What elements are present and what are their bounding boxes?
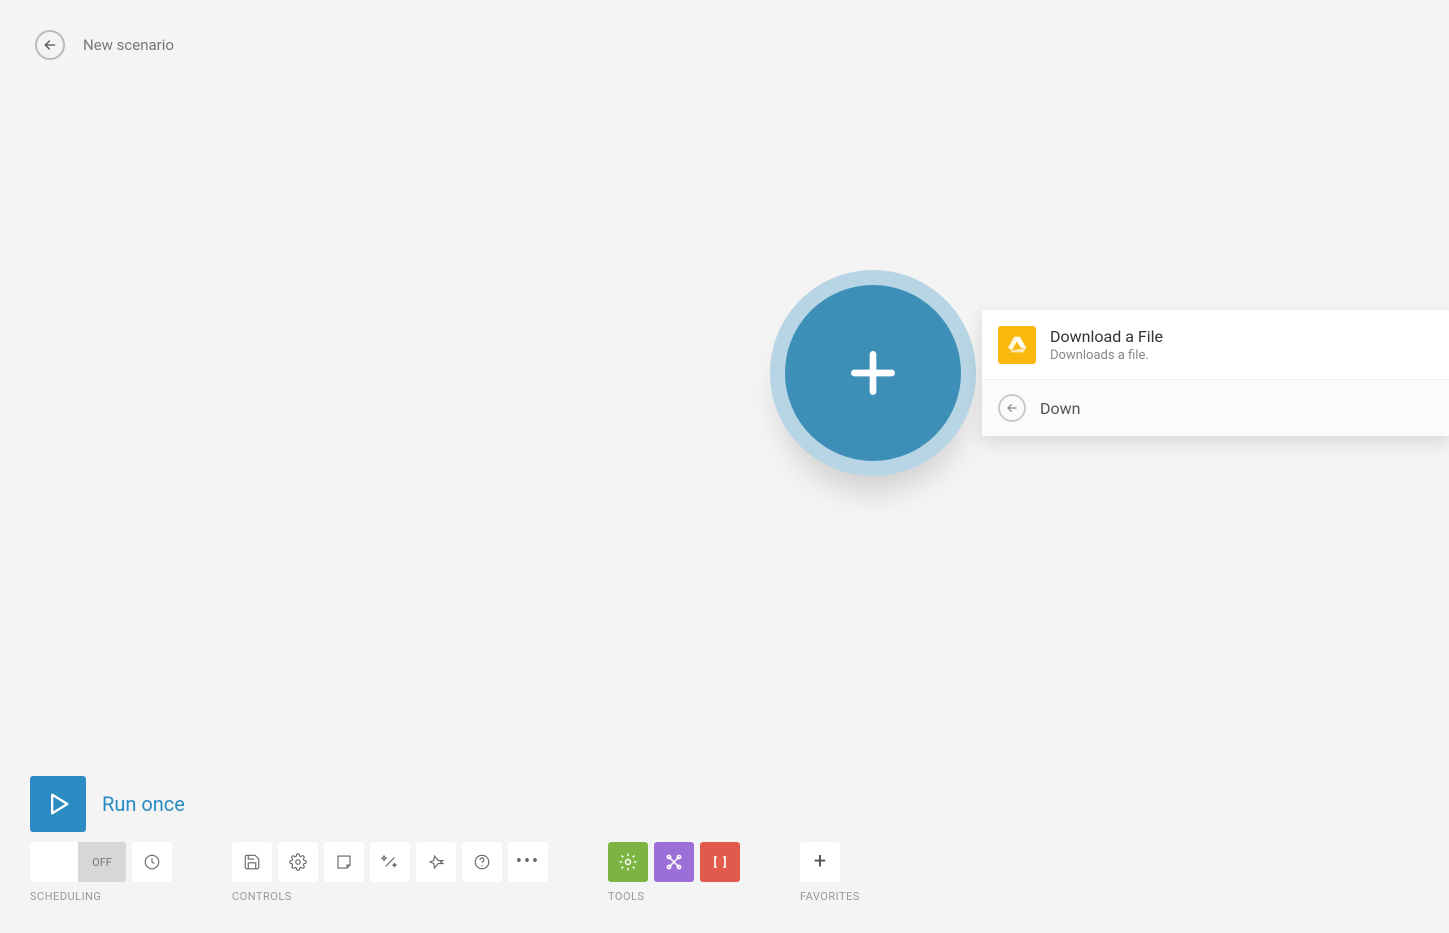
clock-icon — [143, 853, 161, 871]
play-icon — [44, 790, 72, 818]
run-once-label: Run once — [102, 792, 185, 816]
controls-group: ••• CONTROLS — [232, 842, 548, 903]
text-parser-tool-button[interactable] — [700, 842, 740, 882]
favorites-group: + FAVORITES — [800, 842, 860, 903]
dropdown-search-row[interactable]: Down — [982, 380, 1449, 436]
run-once-button[interactable] — [30, 776, 86, 832]
help-button[interactable] — [462, 842, 502, 882]
tools-group: TOOLS — [608, 842, 740, 903]
module-search-dropdown: Download a File Downloads a file. Down — [982, 310, 1449, 436]
back-button[interactable] — [35, 30, 65, 60]
explain-flow-button[interactable] — [416, 842, 456, 882]
tools-label: TOOLS — [608, 890, 740, 903]
page-title: New scenario — [83, 36, 174, 54]
dropdown-item-title: Download a File — [1050, 327, 1163, 346]
dropdown-item-texts: Download a File Downloads a file. — [1050, 327, 1163, 363]
wrench-cross-icon — [664, 852, 684, 872]
header: New scenario — [35, 30, 174, 60]
google-drive-icon — [998, 326, 1036, 364]
gear-fill-icon — [618, 852, 638, 872]
gear-icon — [289, 853, 307, 871]
ellipsis-icon: ••• — [516, 853, 540, 871]
dropdown-back-button[interactable] — [998, 394, 1026, 422]
plus-icon: + — [814, 851, 826, 873]
flow-control-tool-button[interactable] — [608, 842, 648, 882]
add-module-halo — [770, 270, 976, 476]
dropdown-item-subtitle: Downloads a file. — [1050, 348, 1163, 363]
more-button[interactable]: ••• — [508, 842, 548, 882]
controls-label: CONTROLS — [232, 890, 548, 903]
toolbar-groups: OFF SCHEDULING — [30, 842, 1419, 903]
auto-align-button[interactable] — [370, 842, 410, 882]
brackets-icon — [710, 852, 730, 872]
schedule-settings-button[interactable] — [132, 842, 172, 882]
question-icon — [473, 853, 491, 871]
arrow-left-icon — [42, 37, 58, 53]
run-row: Run once — [30, 776, 1419, 832]
drive-glyph-icon — [1006, 334, 1028, 356]
add-module-button[interactable] — [785, 285, 961, 461]
settings-button[interactable] — [278, 842, 318, 882]
save-icon — [243, 853, 261, 871]
tools-tool-button[interactable] — [654, 842, 694, 882]
bottom-toolbar: Run once OFF SCHEDULING — [30, 776, 1419, 903]
plus-icon — [841, 341, 905, 405]
scheduling-label: SCHEDULING — [30, 890, 172, 903]
scheduling-group: OFF SCHEDULING — [30, 842, 172, 903]
scheduling-toggle[interactable]: OFF — [30, 842, 126, 882]
dropdown-search-text: Down — [1040, 399, 1080, 418]
airplane-icon — [427, 853, 445, 871]
scheduling-toggle-state: OFF — [78, 842, 126, 882]
arrow-left-icon — [1005, 401, 1019, 415]
add-module-node — [770, 270, 976, 476]
magic-wand-icon — [381, 853, 399, 871]
add-favorite-button[interactable]: + — [800, 842, 840, 882]
save-button[interactable] — [232, 842, 272, 882]
favorites-label: FAVORITES — [800, 890, 860, 903]
note-icon — [335, 853, 353, 871]
notes-button[interactable] — [324, 842, 364, 882]
dropdown-item-download-file[interactable]: Download a File Downloads a file. — [982, 310, 1449, 380]
